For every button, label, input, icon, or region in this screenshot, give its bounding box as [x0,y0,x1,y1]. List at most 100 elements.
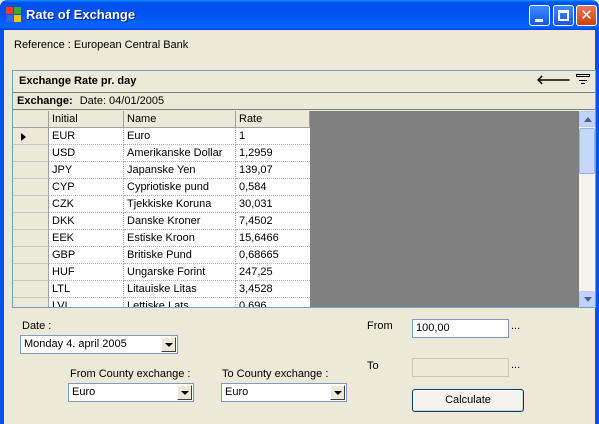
to-country-value: Euro [225,386,249,398]
to-country-dropdown-button[interactable] [330,385,345,400]
row-header[interactable] [13,298,49,307]
row-header[interactable] [13,145,49,162]
from-country-label: From County exchange : [70,368,191,380]
table-row[interactable]: USD Amerikanske Dollar 1,2959 [13,145,310,162]
cell-rate[interactable]: 247,25 [236,264,310,281]
cell-initial[interactable]: CZK [49,196,124,213]
cell-name[interactable]: Japanske Yen [124,162,236,179]
table-row[interactable]: DKK Danske Kroner 7,4502 [13,213,310,230]
cell-initial[interactable]: LTL [49,281,124,298]
maximize-button[interactable] [553,5,574,26]
row-header[interactable] [13,196,49,213]
cell-name[interactable]: Cypriotiske pund [124,179,236,196]
cell-rate[interactable]: 1,2959 [236,145,310,162]
table-row[interactable]: EUR Euro 1 [13,128,310,145]
cell-rate[interactable]: 139,07 [236,162,310,179]
column-header-name[interactable]: Name [124,111,236,128]
table-row[interactable]: EEK Estiske Kroon 15,6466 [13,230,310,247]
to-country-select[interactable]: Euro [221,383,347,402]
from-amount-label: From [367,320,393,332]
scroll-up-button[interactable] [579,111,595,127]
cell-initial[interactable]: EUR [49,128,124,145]
date-dropdown-button[interactable] [161,337,176,352]
cell-name[interactable]: Estiske Kroon [124,230,236,247]
chevron-down-icon [165,343,173,347]
to-amount-suffix: ... [511,359,521,371]
cell-name[interactable]: Amerikanske Dollar [124,145,236,162]
cell-rate[interactable]: 0,584 [236,179,310,196]
table-row[interactable]: LTL Litauiske Litas 3,4528 [13,281,310,298]
cell-initial[interactable]: USD [49,145,124,162]
from-country-select[interactable]: Euro [68,383,194,402]
row-header[interactable] [13,264,49,281]
chevron-up-icon [584,117,592,122]
cell-name[interactable]: Lettiske Lats [124,298,236,307]
parent-rows-bar: Exchange: Date: 04/01/2005 [13,92,595,110]
calculate-button[interactable]: Calculate [412,389,524,412]
cell-name[interactable]: Tjekkiske Koruna [124,196,236,213]
grid-table: Initial Name Rate EUR Euro 1 USD Amerikanske… [13,111,310,307]
to-amount-label: To [367,360,379,372]
window-frame-left [0,30,4,424]
column-header-rate[interactable]: Rate [236,111,310,128]
row-pointer-icon [21,133,26,141]
date-picker[interactable]: Monday 4. april 2005 [20,335,178,354]
from-amount-suffix: ... [511,320,521,332]
from-country-dropdown-button[interactable] [177,385,192,400]
date-label: Date : [22,320,52,332]
cell-name[interactable]: Britiske Pund [124,247,236,264]
vertical-scrollbar[interactable] [579,111,595,307]
cell-initial[interactable]: GBP [49,247,124,264]
cell-rate[interactable]: 15,6466 [236,230,310,247]
cell-rate[interactable]: 0,696 [236,298,310,307]
cell-initial[interactable]: DKK [49,213,124,230]
reference-label: Reference : European Central Bank [14,39,189,51]
cell-rate[interactable]: 30,031 [236,196,310,213]
cell-initial[interactable]: JPY [49,162,124,179]
chevron-down-icon [584,297,592,302]
title-bar[interactable]: Rate of Exchange ✕ [0,0,599,30]
close-button[interactable]: ✕ [576,5,597,26]
cell-name[interactable]: Euro [124,128,236,145]
cell-name[interactable]: Litauiske Litas [124,281,236,298]
row-header[interactable] [13,213,49,230]
cell-name[interactable]: Danske Kroner [124,213,236,230]
row-header[interactable] [13,281,49,298]
chevron-down-icon [334,391,342,395]
cell-name[interactable]: Ungarske Forint [124,264,236,281]
row-header[interactable] [13,162,49,179]
column-header-initial[interactable]: Initial [49,111,124,128]
scroll-thumb[interactable] [579,128,595,174]
row-header[interactable] [13,230,49,247]
cell-rate[interactable]: 7,4502 [236,213,310,230]
table-row[interactable]: CZK Tjekkiske Koruna 30,031 [13,196,310,213]
cell-rate[interactable]: 3,4528 [236,281,310,298]
table-row[interactable]: HUF Ungarske Forint 247,25 [13,264,310,281]
cell-initial[interactable]: HUF [49,264,124,281]
table-row[interactable]: JPY Japanske Yen 139,07 [13,162,310,179]
row-header[interactable] [13,128,49,145]
cell-rate[interactable]: 0,68665 [236,247,310,264]
table-row[interactable]: GBP Britiske Pund 0,68665 [13,247,310,264]
from-country-value: Euro [72,386,96,398]
left-arrow-icon[interactable]: 🡐 [536,72,571,88]
cell-initial[interactable]: EEK [49,230,124,247]
cell-initial[interactable]: LVL [49,298,124,307]
exchange-rate-datagrid[interactable]: Exchange Rate pr. day 🡐 Exchange: Date: … [12,70,596,308]
close-icon: ✕ [580,6,593,24]
scroll-down-button[interactable] [579,291,595,307]
maximize-icon [558,10,569,21]
app-icon [6,7,22,23]
grid-body[interactable]: Initial Name Rate EUR Euro 1 USD Amerikanske… [13,111,579,307]
cell-rate[interactable]: 1 [236,128,310,145]
row-header[interactable] [13,179,49,196]
row-header[interactable] [13,247,49,264]
table-row[interactable]: LVL Lettiske Lats 0,696 [13,298,310,307]
minimize-button[interactable] [529,5,550,26]
from-amount-input[interactable]: 100,00 [412,319,509,338]
grid-caption: Exchange Rate pr. day 🡐 [13,71,595,91]
corner-header [13,111,49,128]
cell-initial[interactable]: CYP [49,179,124,196]
table-row[interactable]: CYP Cypriotiske pund 0,584 [13,179,310,196]
parent-rows-toggle-icon[interactable] [576,74,590,86]
